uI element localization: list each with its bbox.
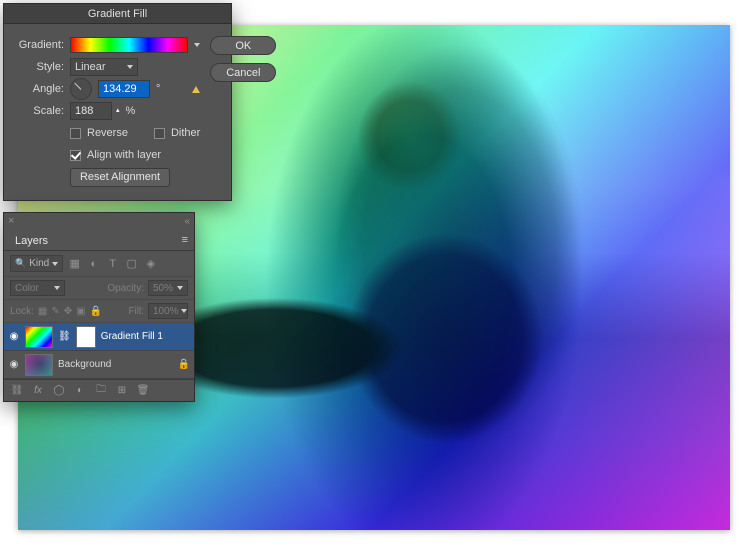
align-checkbox[interactable] bbox=[70, 150, 81, 161]
lock-icon: 🔒 bbox=[178, 359, 190, 370]
gradient-swatch[interactable] bbox=[70, 37, 188, 53]
angle-dial[interactable] bbox=[70, 78, 92, 100]
blend-mode-select[interactable]: Color bbox=[10, 280, 65, 296]
lock-artboard-icon[interactable]: ▣ bbox=[76, 306, 85, 317]
layer-thumbnail[interactable] bbox=[25, 354, 53, 376]
scale-label: Scale: bbox=[12, 105, 64, 117]
layer-row[interactable]: ◉ Background 🔒 bbox=[4, 351, 194, 379]
cancel-button[interactable]: Cancel bbox=[210, 63, 276, 82]
fill-layer-icon[interactable]: ◐ bbox=[73, 385, 87, 396]
angle-suffix: ° bbox=[156, 83, 160, 95]
fill-label: Fill: bbox=[128, 306, 144, 317]
filter-type-icon[interactable]: T bbox=[105, 257, 120, 271]
dialog-title: Gradient Fill bbox=[4, 4, 231, 24]
scale-stepper[interactable]: ▴ bbox=[116, 108, 120, 114]
layer-name[interactable]: Gradient Fill 1 bbox=[101, 331, 163, 342]
layer-name[interactable]: Background bbox=[58, 359, 111, 370]
link-layers-icon[interactable]: ⛓ bbox=[10, 385, 24, 396]
angle-label: Angle: bbox=[12, 83, 64, 95]
align-label: Align with layer bbox=[87, 149, 161, 161]
lock-move-icon[interactable]: ✥ bbox=[64, 306, 72, 317]
alert-icon bbox=[192, 86, 200, 93]
close-icon[interactable]: × bbox=[8, 215, 14, 227]
visibility-icon[interactable]: ◉ bbox=[8, 359, 20, 370]
fill-value: 100% bbox=[153, 306, 179, 317]
chevron-down-icon bbox=[127, 65, 133, 69]
layer-row[interactable]: ◉ ⛓ Gradient Fill 1 bbox=[4, 323, 194, 351]
style-select[interactable]: Linear bbox=[70, 58, 138, 76]
style-value: Linear bbox=[75, 61, 106, 73]
lock-all-icon[interactable]: 🔒 bbox=[90, 306, 102, 317]
blend-mode-value: Color bbox=[15, 283, 39, 294]
chevron-down-icon bbox=[52, 262, 58, 266]
lock-transparency-icon[interactable]: ▦ bbox=[38, 306, 47, 317]
new-layer-icon[interactable]: ⊞ bbox=[115, 385, 129, 396]
layers-footer: ⛓ fx ◯ ◐ 🗀 ⊞ 🗑 bbox=[4, 379, 194, 401]
mask-link-icon[interactable]: ⛓ bbox=[58, 331, 71, 342]
reverse-checkbox[interactable] bbox=[70, 128, 81, 139]
reset-alignment-button[interactable]: Reset Alignment bbox=[70, 168, 170, 187]
filter-smart-icon[interactable]: ◈ bbox=[143, 257, 158, 271]
tab-layers[interactable]: Layers bbox=[7, 232, 56, 250]
chevron-down-icon bbox=[177, 286, 183, 290]
filter-adjust-icon[interactable]: ◐ bbox=[86, 257, 101, 271]
dither-checkbox[interactable] bbox=[154, 128, 165, 139]
style-label: Style: bbox=[12, 61, 64, 73]
gradient-fill-dialog: Gradient Fill Gradient: Style: Linear An… bbox=[3, 3, 232, 201]
angle-input[interactable]: 134.29 bbox=[98, 80, 150, 98]
chevron-down-icon bbox=[181, 309, 187, 313]
fx-icon[interactable]: fx bbox=[31, 385, 45, 396]
scale-input[interactable]: 188 bbox=[70, 102, 112, 120]
search-icon: 🔍 bbox=[15, 258, 26, 269]
ok-button[interactable]: OK bbox=[210, 36, 276, 55]
trash-icon[interactable]: 🗑 bbox=[136, 385, 150, 396]
layer-list: ◉ ⛓ Gradient Fill 1 ◉ Background 🔒 bbox=[4, 323, 194, 379]
opacity-value: 50% bbox=[153, 283, 173, 294]
layer-filter-row: 🔍 Kind ▦ ◐ T ▢ ◈ bbox=[4, 251, 194, 277]
filter-kind-select[interactable]: 🔍 Kind bbox=[10, 255, 63, 272]
collapse-icon[interactable]: « bbox=[184, 216, 190, 227]
lock-label: Lock: bbox=[10, 306, 34, 317]
chevron-down-icon bbox=[54, 286, 60, 290]
chevron-up-icon: ▴ bbox=[116, 108, 120, 113]
filter-kind-label: Kind bbox=[29, 258, 49, 269]
filter-shape-icon[interactable]: ▢ bbox=[124, 257, 139, 271]
mask-thumbnail[interactable] bbox=[76, 326, 96, 348]
fill-input[interactable]: 100% bbox=[148, 303, 188, 319]
mask-icon[interactable]: ◯ bbox=[52, 385, 66, 396]
visibility-icon[interactable]: ◉ bbox=[8, 331, 20, 342]
filter-pixel-icon[interactable]: ▦ bbox=[67, 257, 82, 271]
opacity-input[interactable]: 50% bbox=[148, 280, 188, 296]
scale-unit: % bbox=[126, 105, 136, 117]
layer-thumbnail[interactable] bbox=[25, 326, 53, 348]
lock-paint-icon[interactable]: ✎ bbox=[51, 306, 59, 317]
dither-label: Dither bbox=[171, 127, 200, 139]
gradient-dropdown-icon[interactable] bbox=[194, 43, 200, 47]
gradient-label: Gradient: bbox=[12, 39, 64, 51]
panel-menu-icon[interactable]: ≡ bbox=[176, 230, 194, 250]
layers-panel: × « Layers ≡ 🔍 Kind ▦ ◐ T ▢ ◈ Color Opac… bbox=[3, 212, 195, 402]
group-icon[interactable]: 🗀 bbox=[94, 382, 108, 399]
reverse-label: Reverse bbox=[87, 127, 128, 139]
opacity-label: Opacity: bbox=[107, 283, 144, 294]
